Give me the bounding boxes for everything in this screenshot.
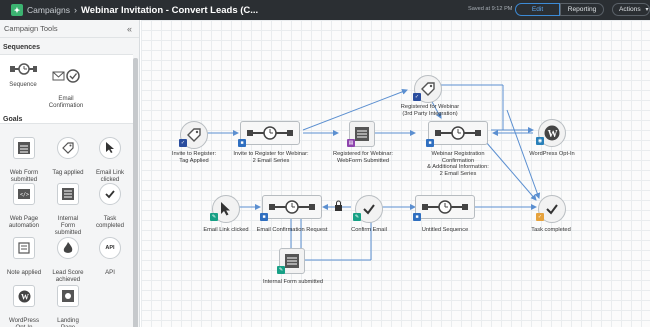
webform-badge-icon: ▤ <box>347 139 355 147</box>
web-form-icon <box>13 137 35 159</box>
sequence-icon <box>240 121 300 145</box>
tool-api-label: API <box>105 269 115 276</box>
saved-status: Saved at 9:12 PM <box>468 6 513 12</box>
sequence-badge-icon: ■ <box>413 213 421 221</box>
actions-label: Actions <box>619 6 641 13</box>
collapse-sidebar-icon[interactable]: « <box>127 24 132 34</box>
node-confirm-email[interactable]: ✎ <box>353 195 383 223</box>
node-tag-applied[interactable]: ✓ <box>179 121 208 149</box>
node-confirmation-series-label: Webinar Registration Confirmation & Addi… <box>427 151 489 177</box>
node-tag-applied-label: Invite to Register: Tag Applied <box>171 151 217 164</box>
node-confirm-email-label: Confirm Email <box>351 227 387 233</box>
api-icon: API <box>99 237 121 259</box>
confirm-badge-icon: ✎ <box>353 213 361 221</box>
section-goals: Goals <box>3 116 23 123</box>
tool-tag-applied-label: Tag applied <box>52 169 84 176</box>
sidebar-scrollbar[interactable] <box>133 58 138 327</box>
sidebar-title: Campaign Tools <box>4 24 58 33</box>
campaign-canvas[interactable] <box>141 20 650 327</box>
node-email-confirmation-request-label: Email Confirmation Request <box>256 227 328 233</box>
tool-note-applied-label: Note applied <box>6 269 42 276</box>
campaign-tools-sidebar: Campaign Tools « Sequences Sequence Emai… <box>0 20 140 327</box>
node-registered-3rd-party[interactable]: ✓ <box>413 75 442 103</box>
internal-form-icon <box>57 183 79 205</box>
section-sequences: Sequences <box>3 44 40 51</box>
wordpress-badge-icon: ◉ <box>536 137 544 145</box>
sequence-badge-icon: ■ <box>260 213 268 221</box>
page-title[interactable]: Webinar Invitation - Convert Leads (C... <box>81 5 258 16</box>
tag-icon <box>57 137 79 159</box>
node-invite-series-label: Invite to Register for Webinar: 2 Email … <box>233 151 309 164</box>
web-page-icon: </> <box>13 183 35 205</box>
task-badge-icon: ✓ <box>536 213 544 221</box>
tool-task-completed-label: Task completed <box>95 215 125 229</box>
tool-web-page-automation-label: Web Page automation <box>8 215 40 229</box>
tool-tag-applied[interactable]: Tag applied <box>48 130 88 176</box>
tool-task-completed[interactable]: Task completed <box>90 176 130 229</box>
node-wordpress-optin[interactable]: W ◉ <box>536 119 566 147</box>
tag-badge-icon: ✓ <box>179 139 187 147</box>
actions-button[interactable]: Actions ▾ <box>612 3 650 16</box>
tool-email-confirmation-label: Email Confirmation <box>48 95 84 109</box>
node-email-link-clicked[interactable]: ✎ <box>210 195 240 223</box>
breadcrumb-separator: › <box>74 5 77 15</box>
breadcrumb-campaigns[interactable]: Campaigns <box>27 5 70 15</box>
tag-badge-icon: ✓ <box>413 93 421 101</box>
tool-note-applied[interactable]: Note applied <box>4 230 44 276</box>
landing-page-icon <box>57 285 79 307</box>
node-internal-form-submitted-label: Internal Form submitted <box>262 279 324 285</box>
node-wordpress-optin-label: WordPress Opt-In <box>529 151 575 157</box>
node-email-link-clicked-label: Email Link clicked <box>203 227 249 233</box>
node-email-confirmation-request[interactable]: ■ <box>260 195 322 221</box>
tool-email-confirmation[interactable]: Email Confirmation <box>46 60 86 109</box>
node-task-completed-label: Task completed <box>531 227 571 233</box>
sequence-badge-icon: ■ <box>426 139 434 147</box>
node-untitled-sequence[interactable]: ■ <box>413 195 475 221</box>
tool-sequence[interactable]: Sequence <box>5 60 41 88</box>
tab-edit[interactable]: Edit <box>515 3 560 16</box>
chevron-down-icon: ▾ <box>645 7 649 13</box>
wordpress-icon: W <box>13 285 35 307</box>
tool-internal-form-submitted[interactable]: Internal Form submitted <box>48 176 88 236</box>
app-logo-icon[interactable]: ✦ <box>11 4 23 16</box>
sequence-icon <box>415 195 475 219</box>
node-untitled-sequence-label: Untitled Sequence <box>421 227 469 233</box>
svg-text:W: W <box>21 292 29 301</box>
node-internal-form-submitted[interactable]: ✎ <box>277 248 305 274</box>
form-badge-icon: ✎ <box>277 266 285 274</box>
sequence-icon <box>262 195 322 219</box>
node-registered-webform-label: Registered for Webinar: WebForm Submitte… <box>333 151 393 164</box>
tool-wordpress-optin-label: WordPress Opt-In <box>8 317 40 327</box>
sequence-icon <box>428 121 488 145</box>
cursor-icon <box>99 137 121 159</box>
node-registered-3rd-party-label: Registered for Webinar (3rd Party Integr… <box>400 104 460 117</box>
sidebar-header: Campaign Tools <box>0 20 139 38</box>
sequence-badge-icon: ■ <box>238 139 246 147</box>
flame-icon <box>57 237 79 259</box>
tool-sequence-label: Sequence <box>9 81 37 88</box>
checkmark-icon <box>99 183 121 205</box>
tool-api[interactable]: API API <box>90 230 130 276</box>
tool-landing-page-submitted[interactable]: Landing Page submitted <box>48 278 88 327</box>
node-task-completed[interactable]: ✓ <box>536 195 566 223</box>
sequence-icon <box>9 60 37 78</box>
link-badge-icon: ✎ <box>210 213 218 221</box>
tool-wordpress-optin[interactable]: W WordPress Opt-In <box>4 278 44 327</box>
node-invite-series[interactable]: ■ <box>238 121 300 147</box>
svg-text:W: W <box>548 129 558 140</box>
node-registered-webform[interactable]: ▤ <box>347 121 375 147</box>
node-confirmation-series[interactable]: ■ <box>426 121 488 147</box>
tool-lead-score-achieved[interactable]: Lead Score achieved <box>48 230 88 283</box>
note-icon <box>13 237 35 259</box>
email-confirmation-icon <box>51 67 81 85</box>
tool-web-page-automation[interactable]: </> Web Page automation <box>4 176 44 229</box>
tab-reporting[interactable]: Reporting <box>560 3 604 16</box>
svg-text:</>: </> <box>20 192 29 198</box>
tool-landing-page-submitted-label: Landing Page submitted <box>57 317 79 327</box>
